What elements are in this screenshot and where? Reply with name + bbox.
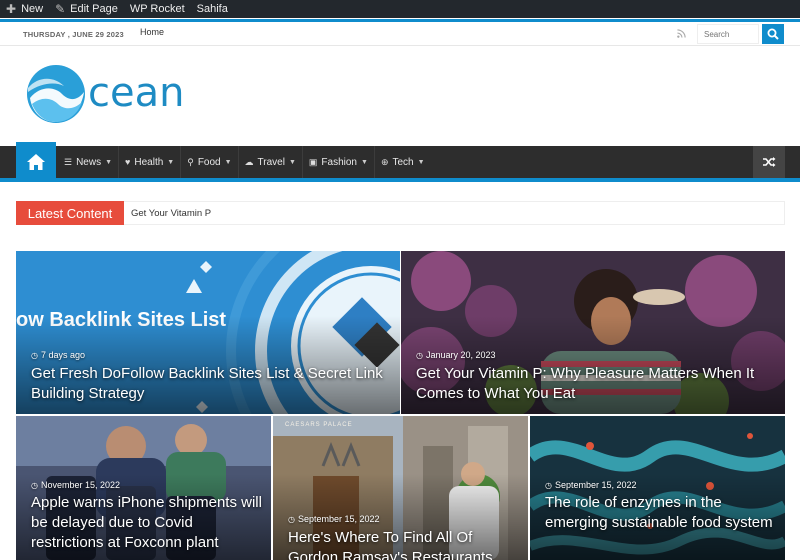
- nav-item-label: Health: [134, 156, 164, 168]
- caret-down-icon: ▼: [417, 158, 425, 166]
- logo-wave-icon: [27, 65, 85, 123]
- post-date-text: September 15, 2022: [297, 514, 380, 524]
- random-post-button[interactable]: [753, 146, 785, 178]
- caret-down-icon: ▼: [167, 158, 175, 166]
- featured-post[interactable]: CAESARS PALACE ◷ September 15, 2022 Here…: [273, 416, 528, 560]
- post-date-text: 7 days ago: [40, 350, 86, 360]
- post-date: ◷ November 15, 2022: [31, 480, 120, 490]
- nav-item-travel[interactable]: ☁ Travel ▼: [239, 146, 303, 178]
- nav-item-health[interactable]: ♥ Health ▼: [119, 146, 182, 178]
- featured-post[interactable]: ◷ January 20, 2023 Get Your Vitamin P: W…: [401, 251, 785, 414]
- nav-item-label: Food: [197, 156, 221, 168]
- shuffle-icon: [763, 157, 776, 167]
- globe-icon: ⊕: [380, 156, 389, 167]
- home-icon: [27, 154, 45, 170]
- post-date: ◷ September 15, 2022: [545, 480, 637, 490]
- featured-post[interactable]: ◷ September 15, 2022 The role of enzymes…: [530, 416, 785, 560]
- admin-bar: ✚ New ✎ Edit Page WP Rocket Sahifa: [0, 0, 800, 18]
- clock-icon: ◷: [31, 350, 38, 360]
- admin-edit-page-button[interactable]: ✎ Edit Page: [49, 0, 124, 18]
- post-title[interactable]: Get Fresh DoFollow Backlink Sites List &…: [31, 364, 391, 404]
- nav-item-fashion[interactable]: ▣ Fashion ▼: [303, 146, 375, 178]
- post-date: ◷ 7 days ago: [31, 350, 85, 360]
- featured-post[interactable]: ow Backlink Sites List ◷ 7 days ago Get …: [16, 251, 400, 414]
- admin-wp-rocket-label: WP Rocket: [129, 3, 185, 15]
- food-icon: ⚲: [187, 156, 194, 167]
- home-button[interactable]: [16, 142, 56, 182]
- ticker-headline-link[interactable]: Get Your Vitamin P: [131, 208, 211, 219]
- logo-text: cean: [88, 70, 185, 116]
- main-nav-items: ☰ News ▼ ♥ Health ▼ ⚲ Food ▼ ☁ Travel ▼ …: [58, 146, 431, 178]
- post-title[interactable]: The role of enzymes in the emerging sust…: [545, 493, 777, 533]
- nav-item-news[interactable]: ☰ News ▼: [58, 146, 120, 178]
- top-bar: THURSDAY , JUNE 29 2023 Home: [0, 19, 800, 46]
- plus-icon: ✚: [6, 2, 17, 16]
- current-date: THURSDAY , JUNE 29 2023: [23, 30, 124, 39]
- nav-item-food[interactable]: ⚲ Food ▼: [181, 146, 239, 178]
- post-date-text: November 15, 2022: [40, 480, 121, 490]
- post-date: ◷ January 20, 2023: [416, 350, 496, 360]
- search-button[interactable]: [762, 24, 784, 44]
- nav-item-label: Travel: [257, 156, 285, 168]
- briefcase-icon: ▣: [308, 156, 318, 167]
- caret-down-icon: ▼: [361, 158, 368, 166]
- search-input[interactable]: [697, 24, 759, 44]
- news-ticker: Latest Content Get Your Vitamin P: [16, 201, 785, 225]
- top-nav-home[interactable]: Home: [128, 19, 177, 43]
- cloud-icon: ☁: [244, 156, 254, 167]
- main-nav: ☰ News ▼ ♥ Health ▼ ⚲ Food ▼ ☁ Travel ▼ …: [0, 142, 800, 182]
- post-title[interactable]: Apple warns iPhone shipments will be del…: [31, 493, 263, 553]
- post-title[interactable]: Get Your Vitamin P: Why Pleasure Matters…: [416, 364, 776, 404]
- list-icon: ☰: [64, 156, 73, 167]
- post-date: ◷ September 15, 2022: [288, 514, 380, 524]
- pencil-icon: ✎: [55, 2, 66, 16]
- search-icon: [767, 28, 779, 40]
- admin-new-button[interactable]: ✚ New: [0, 0, 49, 18]
- heart-icon: ♥: [125, 157, 131, 167]
- post-date-text: January 20, 2023: [425, 350, 496, 360]
- admin-sahifa-label: Sahifa: [196, 3, 228, 15]
- post-sign-text: CAESARS PALACE: [285, 422, 353, 428]
- caret-down-icon: ▼: [224, 158, 232, 166]
- nav-item-label: News: [76, 156, 102, 168]
- rss-icon[interactable]: [677, 29, 687, 39]
- clock-icon: ◷: [288, 514, 295, 524]
- admin-sahifa-button[interactable]: Sahifa: [191, 0, 234, 18]
- ticker-label: Latest Content: [16, 201, 124, 225]
- post-date-text: September 15, 2022: [554, 480, 637, 490]
- clock-icon: ◷: [31, 480, 38, 490]
- nav-item-label: Fashion: [321, 156, 357, 168]
- site-logo[interactable]: cean: [26, 64, 186, 126]
- caret-down-icon: ▼: [288, 158, 296, 166]
- post-title[interactable]: Here's Where To Find All Of Gordon Ramsa…: [288, 528, 520, 560]
- nav-item-label: Tech: [392, 156, 414, 168]
- featured-post[interactable]: ◷ November 15, 2022 Apple warns iPhone s…: [16, 416, 271, 560]
- admin-wp-rocket-button[interactable]: WP Rocket: [124, 0, 191, 18]
- admin-new-label: New: [21, 3, 44, 15]
- clock-icon: ◷: [416, 350, 423, 360]
- admin-edit-page-label: Edit Page: [70, 3, 118, 15]
- caret-down-icon: ▼: [105, 158, 113, 166]
- clock-icon: ◷: [545, 480, 552, 490]
- nav-item-tech[interactable]: ⊕ Tech ▼: [375, 146, 431, 178]
